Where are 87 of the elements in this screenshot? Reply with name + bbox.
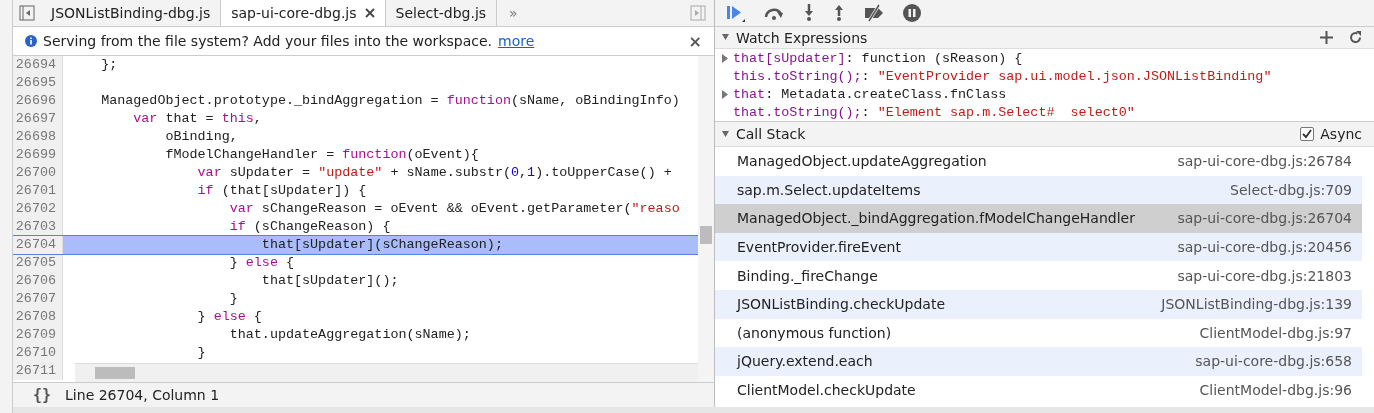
call-frame[interactable]: jQuery.extend.each sap-ui-core-dbg.js:658 xyxy=(715,347,1362,376)
code-text: oBinding, xyxy=(164,128,238,146)
line-number: 26700 xyxy=(13,164,63,182)
line-number: 26706 xyxy=(13,272,63,290)
function-name: JSONListBinding.checkUpdate xyxy=(737,296,946,313)
section-title: Watch Expressions xyxy=(736,29,868,46)
expand-arrow-icon[interactable] xyxy=(721,89,729,99)
line-number: 26709 xyxy=(13,326,63,344)
line-number: 26707 xyxy=(13,290,63,308)
line-number: 26696 xyxy=(13,92,63,110)
function-name: ClientModel.checkUpdate xyxy=(737,382,916,399)
pause-icon[interactable] xyxy=(903,4,921,22)
function-name: (anonymous function) xyxy=(737,324,892,341)
step-into-icon[interactable] xyxy=(803,4,815,22)
async-label: Async xyxy=(1320,126,1362,142)
async-checkbox[interactable] xyxy=(1300,127,1315,141)
watch-expression: that[sUpdater]: function (sReason) { xyxy=(733,50,1023,66)
collapse-arrow-icon[interactable] xyxy=(721,129,730,139)
watch-expression: that.toString();: "Element sap.m.Select# select0" xyxy=(733,104,1135,120)
collapse-arrow-icon[interactable] xyxy=(721,33,730,42)
source-location: sap-ui-core-dbg.js:21803 xyxy=(1177,267,1352,284)
code-text: var sChangeReason = oEvent && oEvent.getParameter("reaso xyxy=(228,200,680,218)
code-text: if (sChangeReason) { xyxy=(228,218,391,236)
resume-icon[interactable] xyxy=(725,4,745,22)
close-icon[interactable] xyxy=(364,8,375,18)
code-text: that.updateAggregation(sName); xyxy=(228,326,471,344)
call-frame[interactable]: ManagedObject._bindAggregation.fModelChangeHandler sap-ui-core-dbg.js:26704 xyxy=(715,204,1362,233)
add-icon[interactable] xyxy=(1320,31,1333,44)
more-link[interactable]: more xyxy=(498,33,535,49)
file-tab[interactable]: sap-ui-core-dbg.js xyxy=(221,0,386,26)
code-text: } xyxy=(228,290,238,308)
info-message: Serving from the file system? Add your files into the workspace. xyxy=(43,33,492,49)
line-number: 26697 xyxy=(13,110,63,128)
source-location: sap-ui-core-dbg.js:26704 xyxy=(1177,210,1352,227)
code-text: if (that[sUpdater]) { xyxy=(196,182,367,200)
line-number: 26702 xyxy=(13,200,63,218)
cursor-position: Line 26704, Column 1 xyxy=(65,387,220,403)
pretty-print-button[interactable]: {} xyxy=(33,386,52,404)
deactivate-breakpoints-icon[interactable] xyxy=(863,4,885,22)
more-tabs-chevron[interactable]: » xyxy=(497,1,530,25)
step-over-icon[interactable] xyxy=(763,5,785,21)
source-location: sap-ui-core-dbg.js:20456 xyxy=(1177,239,1352,256)
source-location: ClientModel-dbg.js:97 xyxy=(1199,324,1352,341)
source-location: sap-ui-core-dbg.js:658 xyxy=(1195,353,1352,370)
line-number: 26701 xyxy=(13,182,63,200)
code-text: } else { xyxy=(228,254,295,272)
code-text: that[sUpdater](sChangeReason); xyxy=(260,236,503,254)
call-frame[interactable]: JSONListBinding.checkUpdate JSONListBinding-dbg.js:139 xyxy=(715,289,1362,319)
expand-arrow-icon[interactable] xyxy=(721,53,729,63)
close-button[interactable]: × xyxy=(688,31,702,51)
function-name: Binding._fireChange xyxy=(737,267,878,284)
function-name: ManagedObject.updateAggregation xyxy=(737,153,987,170)
line-number: 26699 xyxy=(13,146,63,164)
line-number: 26695 xyxy=(13,74,63,92)
line-number: 26703 xyxy=(13,218,63,236)
code-text: } else { xyxy=(196,308,262,326)
function-name: ManagedObject._bindAggregation.fModelChangeHandler xyxy=(737,210,1135,227)
line-number: 26708 xyxy=(13,308,63,326)
function-name: sap.m.Select.updateItems xyxy=(737,181,921,198)
line-number: 26698 xyxy=(13,128,63,146)
source-location: JSONListBinding-dbg.js:139 xyxy=(1161,296,1352,313)
source-location: Select-dbg.js:709 xyxy=(1230,181,1352,198)
code-text: fModelChangeHandler = function(oEvent){ xyxy=(164,146,479,164)
code-text: } xyxy=(196,344,206,362)
refresh-icon[interactable] xyxy=(1349,31,1362,44)
info-icon xyxy=(25,35,37,47)
call-frame[interactable]: EventProvider.fireEvent sap-ui-core-dbg.js:20456 xyxy=(715,232,1362,262)
line-number: 26704 xyxy=(13,236,63,254)
function-name: EventProvider.fireEvent xyxy=(737,239,901,256)
watch-expression: that: Metadata.createClass.fnClass xyxy=(733,86,1007,102)
code-text: var that = this, xyxy=(132,110,262,128)
watch-expression: this.toString();: "EventProvider sap.ui.model.json.JSONListBinding" xyxy=(733,68,1272,84)
code-text: }; xyxy=(100,56,118,74)
code-text: var sUpdater = "update" + sName.substr(0,1).toUpperCase() + xyxy=(196,164,672,182)
vertical-scrollbar[interactable] xyxy=(698,56,714,382)
line-number: 26710 xyxy=(13,344,63,362)
section-title: Call Stack xyxy=(736,126,806,142)
function-name: jQuery.extend.each xyxy=(737,353,873,370)
code-text: ManagedObject.prototype._bindAggregation = function(sName, oBindingInfo) xyxy=(100,92,680,110)
source-location: sap-ui-core-dbg.js:26784 xyxy=(1177,153,1352,170)
line-number: 26694 xyxy=(13,56,63,74)
call-frame[interactable]: sap.m.Select.updateItems Select-dbg.js:709 xyxy=(715,175,1362,205)
source-location: ClientModel-dbg.js:96 xyxy=(1199,382,1352,399)
step-out-icon[interactable] xyxy=(833,4,845,22)
line-number: 26711 xyxy=(13,362,63,380)
horizontal-scrollbar[interactable] xyxy=(75,363,698,382)
code-text: that[sUpdater](); xyxy=(260,272,399,290)
